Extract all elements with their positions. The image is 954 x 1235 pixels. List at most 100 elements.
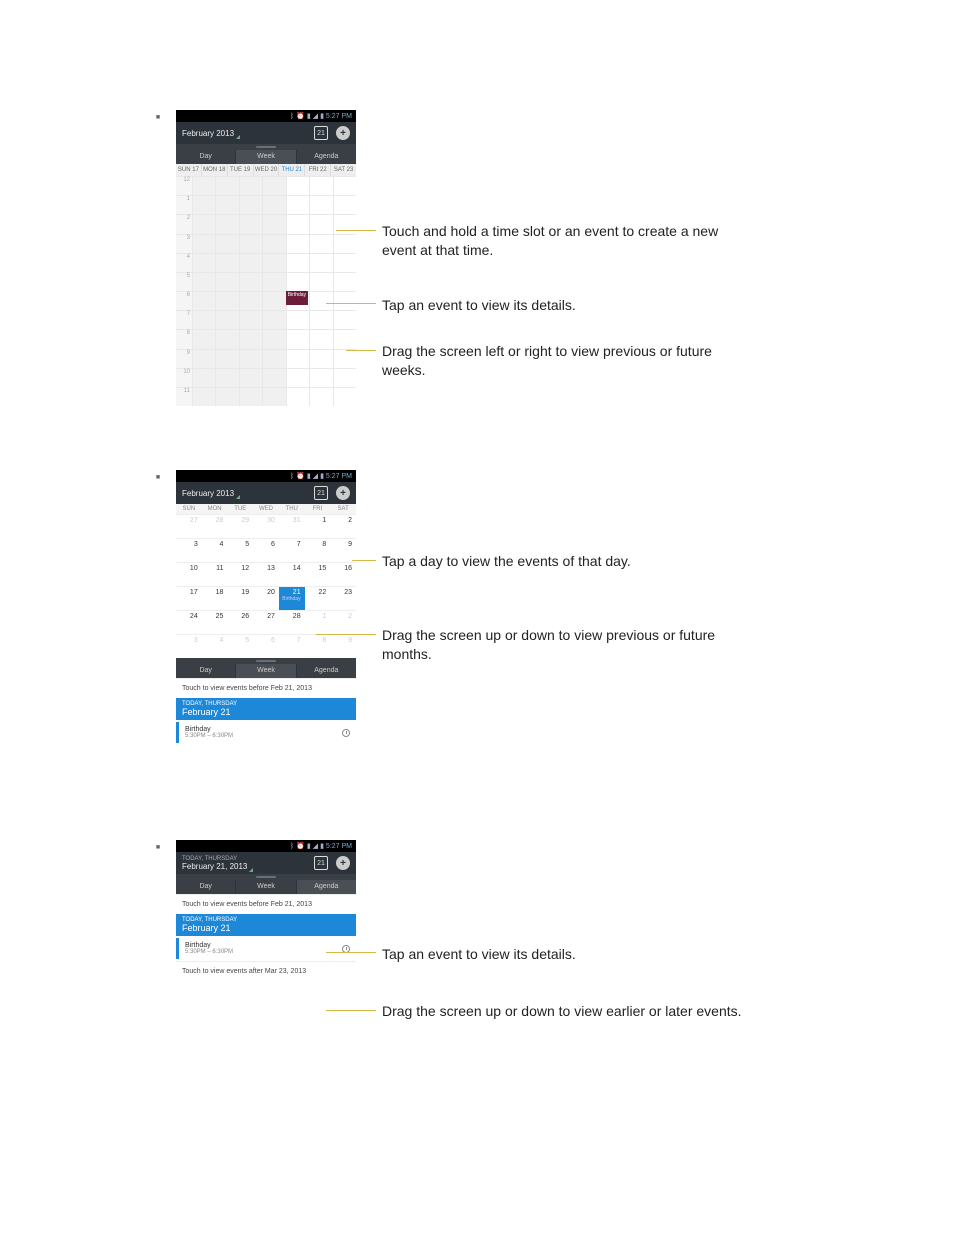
- time-slot[interactable]: [334, 234, 356, 253]
- month-day-cell[interactable]: 9: [330, 539, 356, 562]
- month-day-cell[interactable]: 4: [202, 539, 228, 562]
- month-day-cell[interactable]: 26: [227, 611, 253, 634]
- month-day-cell[interactable]: 16: [330, 563, 356, 586]
- month-day-cell[interactable]: 31: [279, 515, 305, 538]
- time-slot[interactable]: [216, 368, 238, 387]
- time-slot[interactable]: [263, 329, 285, 348]
- month-day-cell[interactable]: 28: [202, 515, 228, 538]
- time-slot[interactable]: [240, 253, 262, 272]
- month-day-cell[interactable]: 8: [305, 635, 331, 658]
- time-slot[interactable]: [240, 176, 262, 195]
- time-slot[interactable]: [240, 368, 262, 387]
- month-day-cell[interactable]: 3: [176, 539, 202, 562]
- time-slot[interactable]: [310, 291, 332, 310]
- time-slot[interactable]: [287, 253, 309, 272]
- month-day-cell[interactable]: 5: [227, 635, 253, 658]
- time-slot[interactable]: [287, 349, 309, 368]
- time-slot[interactable]: [310, 253, 332, 272]
- month-day-cell[interactable]: 7: [279, 539, 305, 562]
- week-day-column[interactable]: [239, 176, 262, 406]
- time-slot[interactable]: [216, 214, 238, 233]
- agenda-before-link[interactable]: Touch to view events before Feb 21, 2013: [176, 678, 356, 698]
- time-slot[interactable]: [287, 214, 309, 233]
- time-slot[interactable]: [240, 329, 262, 348]
- time-slot[interactable]: [287, 234, 309, 253]
- week-day-column[interactable]: [262, 176, 285, 406]
- time-slot[interactable]: [240, 291, 262, 310]
- time-slot[interactable]: [263, 291, 285, 310]
- time-slot[interactable]: [193, 310, 215, 329]
- time-slot[interactable]: [287, 368, 309, 387]
- tab-week[interactable]: Week: [236, 150, 296, 164]
- time-slot[interactable]: [334, 387, 356, 406]
- time-slot[interactable]: [193, 387, 215, 406]
- week-grid[interactable]: 121234567891011 Birthday: [176, 176, 356, 406]
- time-slot[interactable]: [310, 310, 332, 329]
- time-slot[interactable]: [240, 214, 262, 233]
- time-slot[interactable]: [193, 291, 215, 310]
- time-slot[interactable]: [310, 368, 332, 387]
- time-slot[interactable]: [216, 349, 238, 368]
- month-day-cell[interactable]: 29: [227, 515, 253, 538]
- time-slot[interactable]: [193, 329, 215, 348]
- time-slot[interactable]: [263, 176, 285, 195]
- tab-week[interactable]: Week: [236, 664, 296, 678]
- time-slot[interactable]: [263, 195, 285, 214]
- month-day-cell[interactable]: 6: [253, 539, 279, 562]
- time-slot[interactable]: [310, 329, 332, 348]
- time-slot[interactable]: [310, 349, 332, 368]
- month-day-cell[interactable]: 15: [305, 563, 331, 586]
- month-day-cell[interactable]: 5: [227, 539, 253, 562]
- time-slot[interactable]: [334, 368, 356, 387]
- time-slot[interactable]: [193, 349, 215, 368]
- week-day-column[interactable]: [333, 176, 356, 406]
- today-icon[interactable]: 21: [314, 856, 328, 870]
- time-slot[interactable]: [193, 234, 215, 253]
- week-day-column[interactable]: [309, 176, 332, 406]
- time-slot[interactable]: [240, 272, 262, 291]
- month-day-cell[interactable]: 14: [279, 563, 305, 586]
- week-day-column[interactable]: [215, 176, 238, 406]
- header-title[interactable]: February 2013: [182, 489, 234, 498]
- month-day-cell[interactable]: 19: [227, 587, 253, 610]
- time-slot[interactable]: [216, 387, 238, 406]
- add-event-icon[interactable]: +: [336, 856, 350, 870]
- time-slot[interactable]: [193, 195, 215, 214]
- time-slot[interactable]: [263, 272, 285, 291]
- time-slot[interactable]: [216, 272, 238, 291]
- agenda-event[interactable]: Birthday 5:30PM – 6:30PM: [176, 938, 356, 959]
- time-slot[interactable]: [287, 310, 309, 329]
- time-slot[interactable]: [310, 195, 332, 214]
- add-event-icon[interactable]: +: [336, 486, 350, 500]
- time-slot[interactable]: [287, 329, 309, 348]
- time-slot[interactable]: [334, 291, 356, 310]
- month-day-cell[interactable]: 20: [253, 587, 279, 610]
- month-day-cell[interactable]: 3: [176, 635, 202, 658]
- time-slot[interactable]: [334, 272, 356, 291]
- time-slot[interactable]: [193, 368, 215, 387]
- today-icon[interactable]: 21: [314, 486, 328, 500]
- time-slot[interactable]: [263, 368, 285, 387]
- time-slot[interactable]: [216, 329, 238, 348]
- month-day-cell[interactable]: 7: [279, 635, 305, 658]
- time-slot[interactable]: [193, 176, 215, 195]
- time-slot[interactable]: [287, 272, 309, 291]
- time-slot[interactable]: [310, 272, 332, 291]
- month-day-cell[interactable]: 10: [176, 563, 202, 586]
- time-slot[interactable]: [334, 310, 356, 329]
- tab-day[interactable]: Day: [176, 880, 236, 894]
- time-slot[interactable]: [263, 253, 285, 272]
- month-day-cell[interactable]: 28: [279, 611, 305, 634]
- month-day-cell[interactable]: 24: [176, 611, 202, 634]
- time-slot[interactable]: [334, 349, 356, 368]
- header-title[interactable]: February 2013: [182, 129, 234, 138]
- time-slot[interactable]: [310, 234, 332, 253]
- time-slot[interactable]: [310, 176, 332, 195]
- time-slot[interactable]: [334, 195, 356, 214]
- time-slot[interactable]: [263, 214, 285, 233]
- month-day-cell[interactable]: 17: [176, 587, 202, 610]
- calendar-event[interactable]: Birthday: [286, 291, 308, 305]
- week-day-column[interactable]: [192, 176, 215, 406]
- agenda-after-link[interactable]: Touch to view events after Mar 23, 2013: [176, 961, 356, 981]
- time-slot[interactable]: [216, 253, 238, 272]
